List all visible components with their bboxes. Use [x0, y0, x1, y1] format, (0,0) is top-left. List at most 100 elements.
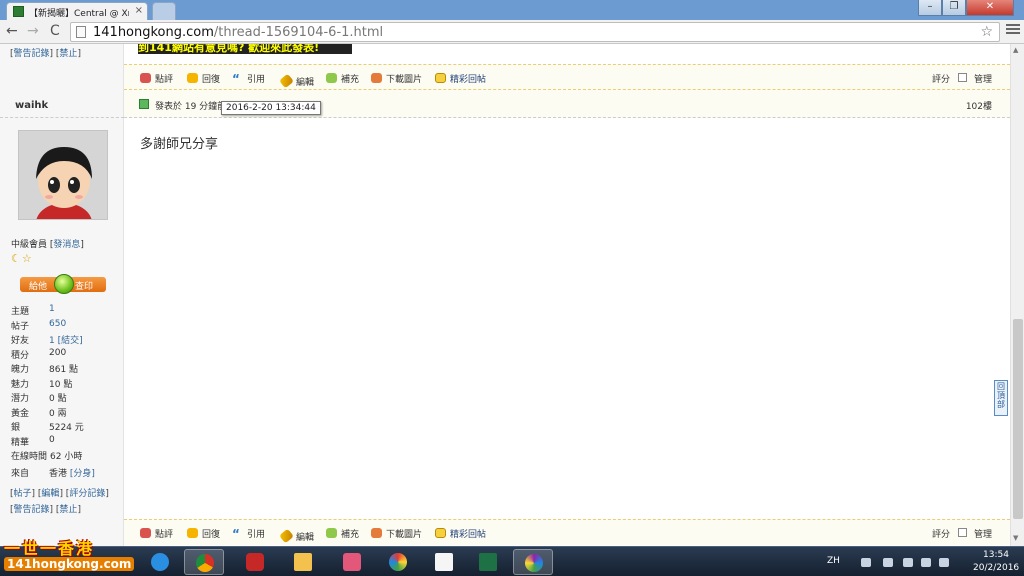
manage-label: 管理 — [974, 530, 993, 540]
address-bar[interactable]: 141hongkong.com/thread-1569104-6-1.html … — [70, 22, 1000, 42]
floor-number[interactable]: 102樓 — [966, 99, 992, 112]
timestamp-tooltip: 2016-2-20 13:34:44 — [221, 101, 321, 115]
windows-icon[interactable] — [883, 558, 893, 567]
quote-button[interactable]: “引用 — [232, 527, 265, 540]
rate-button[interactable]: 點評 — [140, 527, 173, 540]
reload-icon[interactable]: C — [50, 23, 60, 39]
scrollbar-thumb[interactable] — [1013, 319, 1023, 519]
flag-icon[interactable] — [861, 558, 871, 567]
reply-button[interactable]: 回復 — [187, 72, 220, 85]
manage-checkbox[interactable] — [958, 528, 967, 537]
green-ball-icon — [54, 274, 74, 294]
back-arrow-icon[interactable]: ← — [6, 23, 18, 39]
avatar[interactable] — [18, 130, 108, 220]
chrome-icon[interactable] — [184, 549, 224, 575]
stat-row: 魄力 861 點 — [11, 365, 79, 375]
pencil-icon — [279, 528, 294, 544]
vertical-scrollbar[interactable]: ▲ ▼ — [1010, 44, 1024, 546]
edit-link[interactable]: 編輯 — [41, 489, 59, 499]
comment-icon — [140, 528, 151, 538]
stat-row: 主題 1 — [11, 304, 55, 317]
manage-label: 管理 — [974, 75, 993, 85]
stat-row: 銀 5224 元 — [11, 423, 84, 433]
browser-toolbar: ← → C 141hongkong.com/thread-1569104-6-1… — [0, 20, 1024, 44]
new-tab-button[interactable] — [152, 2, 176, 20]
posts-link[interactable]: 帖子 — [14, 489, 32, 499]
window-minimize-button[interactable]: – — [918, 0, 942, 16]
vote-check-button[interactable]: 查印 — [75, 279, 93, 292]
quote-icon: “ — [232, 527, 240, 541]
author-links: [帖子] [編輯] [評分記錄] — [10, 489, 109, 499]
score-link[interactable]: 評分 — [932, 72, 950, 85]
manage-checkbox[interactable] — [958, 73, 967, 82]
windows-taskbar: 一世一香港 141hongkong.com ZH 13:54 20/2/2016 — [0, 539, 1024, 576]
warning-record-link[interactable]: 警告記錄 — [14, 505, 50, 515]
best-reply-button[interactable]: 精彩回帖 — [435, 527, 486, 540]
window-close-button[interactable]: ✕ — [966, 0, 1014, 16]
excel-icon[interactable] — [468, 549, 508, 575]
media-center-icon[interactable] — [513, 549, 553, 575]
send-message-link[interactable]: 發消息 — [53, 240, 80, 250]
network-icon[interactable] — [903, 558, 913, 567]
file-explorer-icon[interactable] — [283, 549, 323, 575]
quote-button[interactable]: “引用 — [232, 72, 265, 85]
alias-link[interactable]: [分身] — [70, 469, 95, 479]
author-sidebar: [警告記錄] [禁止] waihk 中級會員 [發消息] ☾☆ 給他 查印 主題… — [0, 44, 124, 546]
clock-time[interactable]: 13:54 — [973, 550, 1019, 560]
stat-row: 好友 1 [結交] — [11, 336, 83, 346]
reply-button[interactable]: 回復 — [187, 527, 220, 540]
scroll-down-icon[interactable]: ▼ — [1013, 534, 1018, 542]
card-app-icon[interactable] — [332, 549, 372, 575]
site-logo: 一世一香港 141hongkong.com — [0, 535, 135, 576]
system-tray: ZH 13:54 20/2/2016 — [825, 547, 1024, 576]
clock-date[interactable]: 20/2/2016 — [973, 563, 1019, 573]
site-favicon-icon — [13, 6, 24, 17]
rank-star-icon: ☾☆ — [11, 252, 33, 265]
ban-link[interactable]: 禁止 — [59, 49, 77, 59]
back-to-top-button[interactable]: 回頂部 — [994, 380, 1008, 416]
browser-tab-active[interactable]: 【新揭曬】Central @ Xm × — [6, 2, 148, 20]
reply-icon — [187, 528, 198, 538]
download-images-button[interactable]: 下載圖片 — [371, 527, 422, 540]
best-reply-button[interactable]: 精彩回帖 — [435, 72, 486, 85]
stat-row: 在線時間 62 小時 — [11, 452, 83, 462]
rating-record-link[interactable]: 評分記錄 — [69, 489, 105, 499]
tab-close-icon[interactable]: × — [135, 5, 143, 16]
media-player-icon[interactable] — [378, 549, 418, 575]
stat-row: 精華 0 — [11, 434, 55, 448]
activity-monitor-icon[interactable] — [235, 549, 275, 575]
author-location: 來自 香港 [分身] — [11, 469, 95, 479]
quote-icon: “ — [232, 72, 240, 86]
stat-row: 魅力 10 點 — [11, 379, 73, 390]
browser-menu-icon[interactable] — [1006, 24, 1020, 36]
grid-app-icon[interactable] — [424, 549, 464, 575]
vote-bar: 給他 查印 — [20, 274, 106, 294]
internet-explorer-icon[interactable] — [140, 549, 180, 575]
scroll-up-icon[interactable]: ▲ — [1013, 46, 1018, 54]
language-indicator[interactable]: ZH — [827, 556, 840, 566]
signal-icon[interactable] — [921, 558, 931, 567]
warning-record-link[interactable]: 警告記錄 — [14, 49, 50, 59]
post-action-bar: 點評 回復 “引用 編輯 補充 下載圖片 精彩回帖 評分 管理 — [124, 519, 1010, 545]
download-images-button[interactable]: 下載圖片 — [371, 72, 422, 85]
stat-row: 潛力 0 點 — [11, 394, 67, 404]
supplement-button[interactable]: 補充 — [326, 527, 359, 540]
edit-button[interactable]: 編輯 — [279, 527, 314, 544]
bookmark-star-icon[interactable]: ☆ — [980, 24, 993, 40]
ban-link[interactable]: 禁止 — [59, 505, 77, 515]
tab-title: 【新揭曬】Central @ Xm — [29, 9, 129, 19]
online-status-icon — [139, 99, 149, 109]
rate-button[interactable]: 點評 — [140, 72, 173, 85]
edit-button[interactable]: 編輯 — [279, 72, 314, 89]
volume-icon[interactable] — [939, 558, 949, 567]
vote-give-button[interactable]: 給他 — [29, 279, 47, 292]
comment-icon — [140, 73, 151, 83]
star-folder-icon — [435, 528, 446, 538]
forward-arrow-icon[interactable]: → — [27, 23, 39, 39]
window-maximize-button[interactable]: ❐ — [942, 0, 966, 16]
author-name[interactable]: waihk — [15, 100, 48, 111]
supplement-button[interactable]: 補充 — [326, 72, 359, 85]
address-bar-url[interactable]: 141hongkong.com/thread-1569104-6-1.html — [93, 25, 383, 40]
score-link[interactable]: 評分 — [932, 527, 950, 540]
author-row: waihk — [0, 92, 124, 118]
